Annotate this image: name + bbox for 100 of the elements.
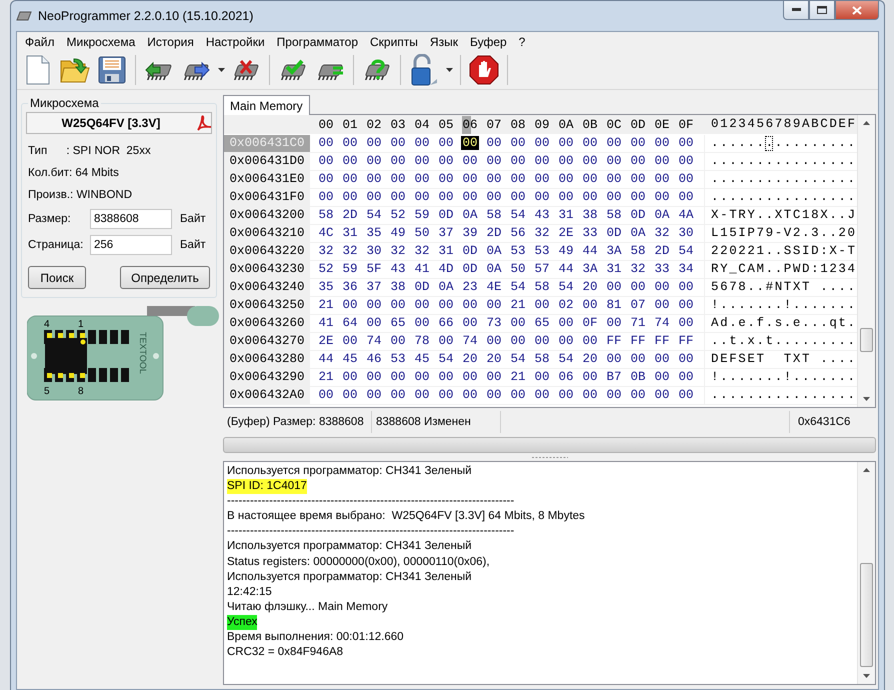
hex-cell[interactable]: 00 [482,153,506,170]
hex-cell[interactable]: 4A [674,207,698,224]
menu-item[interactable]: Настройки [200,34,271,48]
hex-cell[interactable]: 00 [650,387,674,404]
hex-cell[interactable]: 41 [410,261,434,278]
hex-cell[interactable]: 37 [362,279,386,296]
hex-cell[interactable]: 20 [458,351,482,368]
hex-cell[interactable]: 00 [314,171,338,188]
hex-cell[interactable]: 00 [530,153,554,170]
vertical-scrollbar[interactable] [857,115,875,407]
hex-cell[interactable]: 00 [650,189,674,206]
hex-cell[interactable]: 65 [530,315,554,332]
input-field[interactable]: 8388608 [90,209,172,229]
hex-cell[interactable]: 00 [674,189,698,206]
hex-cell[interactable]: 00 [362,387,386,404]
hex-cell[interactable]: 58 [530,351,554,368]
hex-cell[interactable]: 00 [674,279,698,296]
hex-cell[interactable]: 00 [386,369,410,386]
hex-cell[interactable]: 00 [506,171,530,188]
hex-cell[interactable]: 32 [530,225,554,242]
hex-cell[interactable]: 39 [458,225,482,242]
hex-cell[interactable]: 00 [554,387,578,404]
hex-cell[interactable]: 54 [506,351,530,368]
hex-cell[interactable]: 0A [482,243,506,260]
hex-cell[interactable]: 00 [578,189,602,206]
hex-cell[interactable]: 66 [434,315,458,332]
hex-cell[interactable]: 00 [602,279,626,296]
hex-cell[interactable]: FF [626,333,650,350]
hex-cell[interactable]: 38 [386,279,410,296]
hex-cell[interactable]: 59 [410,207,434,224]
hex-cell[interactable]: 00 [506,315,530,332]
hex-cell[interactable]: 00 [674,135,698,152]
hex-cell[interactable]: 38 [578,207,602,224]
hex-cell[interactable]: 00 [458,369,482,386]
menu-item[interactable]: Микросхема [60,34,142,48]
hex-cell[interactable]: 00 [410,315,434,332]
hex-cell[interactable]: 00 [578,387,602,404]
hex-cell[interactable]: FF [674,333,698,350]
hex-cell[interactable]: 00 [530,171,554,188]
hex-cell[interactable]: 54 [506,279,530,296]
hex-cell[interactable]: 43 [386,261,410,278]
hex-cell[interactable]: 35 [362,225,386,242]
hex-cell[interactable]: 00 [506,135,530,152]
hex-cell[interactable]: 00 [314,189,338,206]
hex-cell[interactable]: 00 [674,387,698,404]
hex-cell[interactable]: 00 [530,135,554,152]
hex-cell[interactable]: 58 [482,207,506,224]
hex-cell[interactable]: 54 [434,351,458,368]
hex-cell[interactable]: 54 [506,207,530,224]
hex-cell[interactable]: 00 [482,189,506,206]
hex-cell[interactable]: 00 [410,135,434,152]
hex-cell[interactable]: 00 [410,171,434,188]
hex-cell[interactable]: 20 [578,351,602,368]
hex-cell[interactable]: 00 [386,153,410,170]
stop-button[interactable] [467,53,501,87]
hex-cell[interactable]: 31 [602,261,626,278]
hex-cell[interactable]: 00 [362,189,386,206]
menu-item[interactable]: Язык [424,34,464,48]
hex-cell[interactable]: 00 [338,189,362,206]
hex-cell[interactable]: 31 [434,243,458,260]
hex-cell[interactable]: 00 [338,333,362,350]
hex-cell[interactable]: 00 [602,387,626,404]
hex-cell[interactable]: 45 [338,351,362,368]
tab[interactable]: Main Memory [223,95,310,115]
search-button[interactable]: Поиск [28,266,86,289]
detect-button[interactable]: Определить [120,266,210,289]
hex-cell[interactable]: 43 [530,207,554,224]
hex-cell[interactable]: FF [602,333,626,350]
hex-cell[interactable]: 31 [554,207,578,224]
hex-cell[interactable]: 00 [650,135,674,152]
hex-cell[interactable]: 00 [410,387,434,404]
scroll-thumb[interactable] [860,328,873,352]
hex-cell[interactable]: 0D [458,243,482,260]
hex-cell[interactable]: 00 [434,297,458,314]
hex-cell[interactable]: 00 [434,333,458,350]
hex-cell[interactable]: 44 [578,243,602,260]
hex-cell[interactable]: 44 [314,351,338,368]
hex-cell[interactable]: 00 [650,369,674,386]
hex-cell[interactable]: 00 [578,135,602,152]
hex-cell[interactable]: 00 [578,297,602,314]
hex-cell[interactable]: 00 [602,153,626,170]
hex-cell[interactable]: 36 [338,279,362,296]
hex-cell[interactable]: 0A [650,207,674,224]
hex-cell[interactable]: 54 [554,279,578,296]
hex-cell[interactable]: 4E [482,279,506,296]
hex-cell[interactable]: 00 [578,153,602,170]
hex-cell[interactable]: 54 [362,207,386,224]
hex-cell[interactable]: 00 [386,189,410,206]
hex-cell[interactable]: 00 [338,171,362,188]
hex-cell[interactable]: 41 [314,315,338,332]
hex-cell[interactable]: 00 [650,279,674,296]
hex-cell[interactable]: 00 [338,135,362,152]
minimize-button[interactable] [783,1,809,20]
hex-cell[interactable]: 00 [554,153,578,170]
hex-cell[interactable]: 57 [530,261,554,278]
hex-cell[interactable]: 00 [554,333,578,350]
hex-cell[interactable]: 33 [650,261,674,278]
hex-cell[interactable]: 0A [482,261,506,278]
hex-cell[interactable]: 00 [650,351,674,368]
hex-cell[interactable]: 00 [458,189,482,206]
